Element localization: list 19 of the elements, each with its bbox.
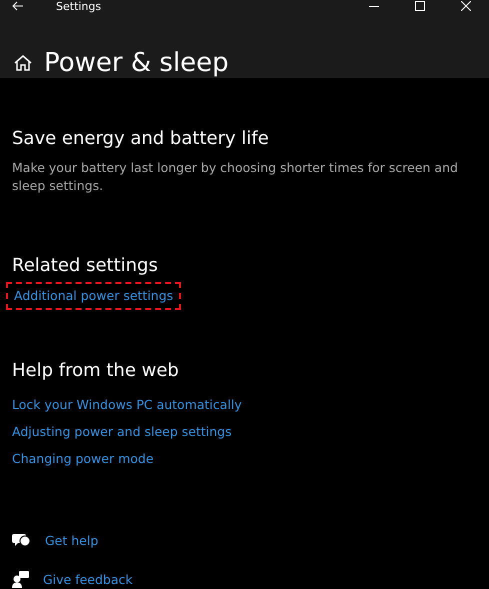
window-title: Settings — [56, 0, 102, 12]
settings-link[interactable]: Lock your Windows PC automatically — [12, 391, 242, 418]
settings-link[interactable]: Additional power settings — [6, 282, 182, 310]
section-heading: Save energy and battery life — [12, 128, 270, 149]
footer-link[interactable]: Give feedback — [43, 566, 133, 589]
help-icon — [12, 532, 31, 549]
back-arrow-icon — [12, 1, 24, 11]
page-title: Power & sleep — [44, 48, 229, 78]
settings-link[interactable]: Adjusting power and sleep settings — [12, 418, 232, 445]
section-heading: Help from the web — [12, 360, 180, 381]
back-button[interactable] — [12, 1, 24, 11]
section-heading: Related settings — [12, 255, 159, 276]
close-icon — [461, 1, 471, 11]
settings-link[interactable]: Changing power mode — [12, 445, 154, 472]
feedback-icon — [12, 571, 29, 588]
section-description: Make your battery last longer by choosing shorter times for screen and sleep settings. — [12, 159, 459, 195]
home-icon — [14, 54, 32, 72]
footer-link[interactable]: Get help — [45, 527, 98, 554]
maximize-icon — [415, 1, 425, 11]
